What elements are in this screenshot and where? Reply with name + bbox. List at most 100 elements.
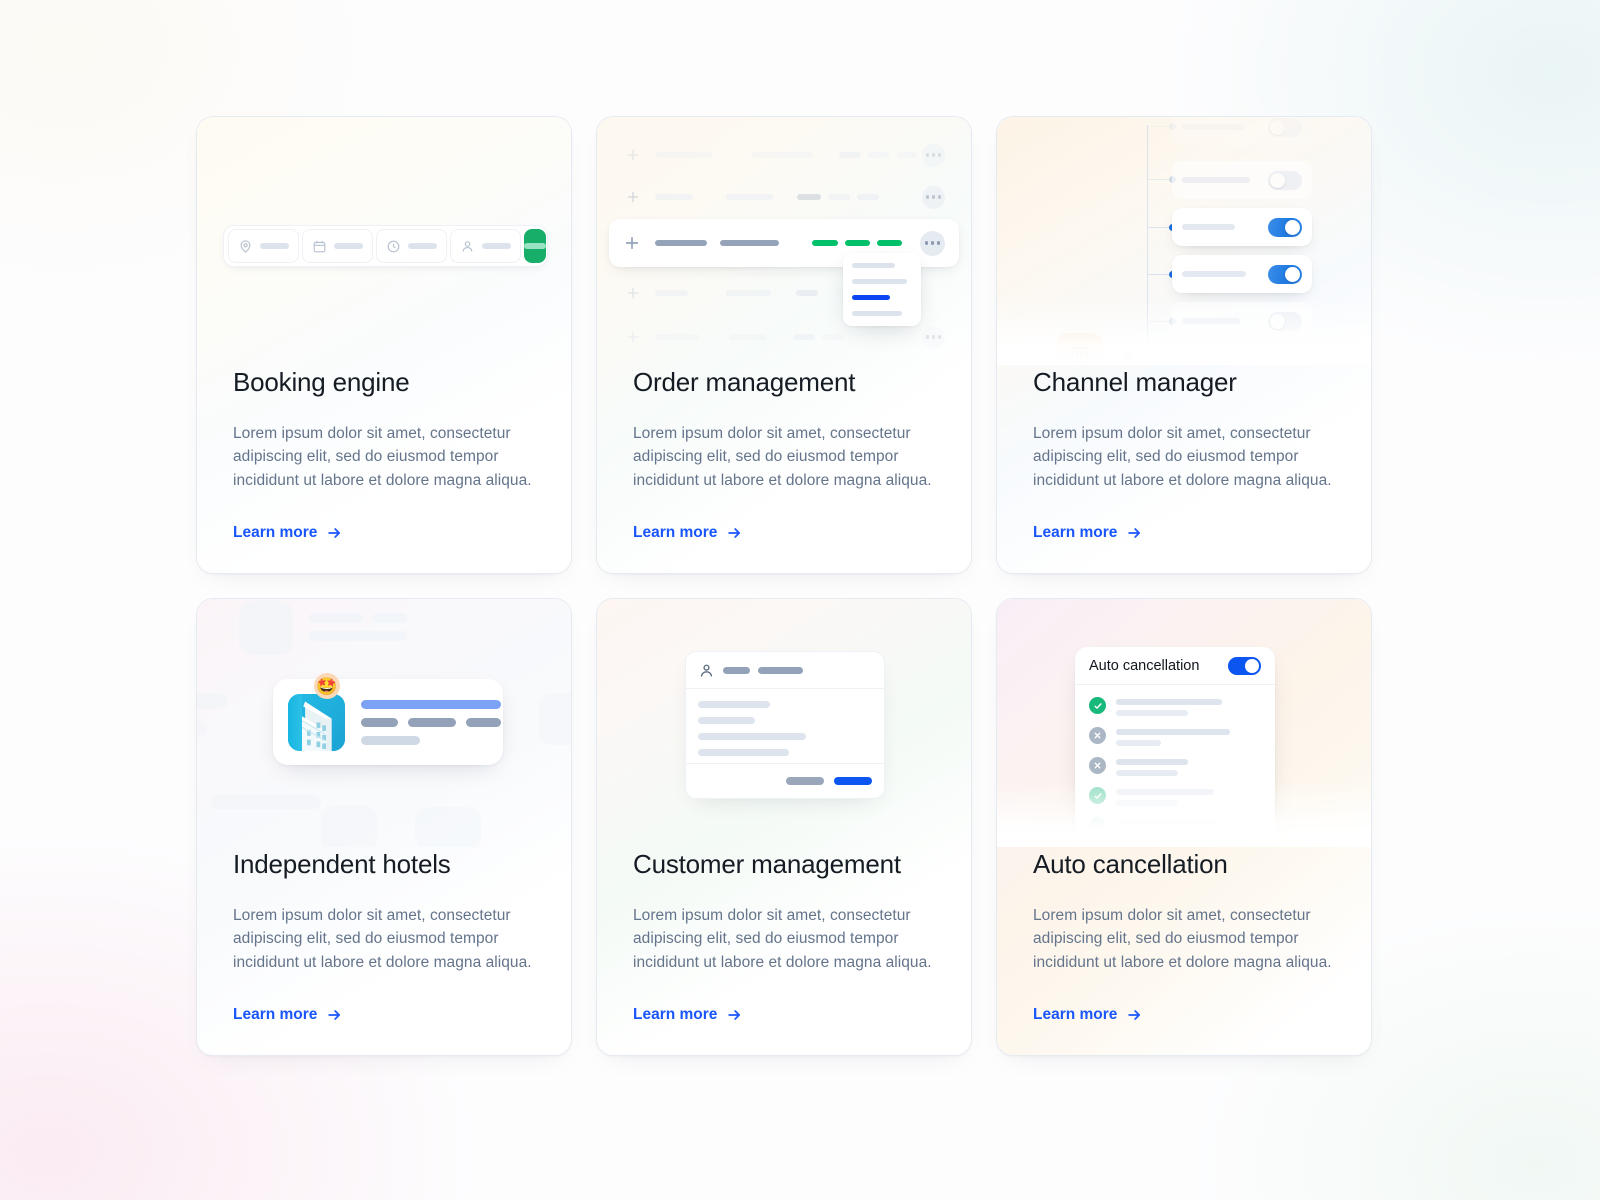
list-item[interactable] [1089, 787, 1261, 806]
channel-toggle[interactable] [1268, 264, 1302, 284]
person-icon [460, 239, 475, 254]
hotel-name-line [361, 699, 501, 709]
map-pin-icon [238, 239, 253, 254]
menu-item[interactable] [852, 311, 902, 316]
arrow-right-icon [1128, 528, 1141, 538]
channel-toggle[interactable] [1268, 358, 1302, 365]
search-submit-button[interactable] [524, 229, 546, 263]
row-menu-button[interactable] [922, 185, 945, 209]
guests-field[interactable] [450, 229, 521, 263]
person-icon [700, 664, 713, 677]
channel-row[interactable] [1172, 161, 1312, 199]
channel-toggle[interactable] [1268, 217, 1302, 237]
ghost-shape [197, 693, 227, 709]
card-title: Auto cancellation [1033, 849, 1228, 879]
cancel-button[interactable] [786, 777, 824, 785]
customer-dialog[interactable] [685, 651, 885, 799]
channel-row[interactable] [1172, 302, 1312, 340]
booking-search-bar[interactable] [223, 225, 548, 267]
learn-more-link[interactable]: Learn more [1033, 1006, 1143, 1024]
row-menu-button[interactable] [922, 325, 945, 349]
star-struck-emoji: 🤩 [314, 673, 340, 699]
channel-toggle[interactable] [1268, 170, 1302, 190]
menu-item[interactable] [852, 263, 895, 268]
card-description: Lorem ipsum dolor sit amet, consectetur … [633, 907, 932, 971]
clock-icon [386, 239, 401, 254]
menu-item[interactable] [852, 279, 907, 284]
list-item[interactable] [1089, 817, 1261, 836]
arrow-right-icon [728, 528, 741, 538]
checkin-date-field[interactable] [302, 229, 373, 263]
arrow-right-icon [328, 1010, 341, 1020]
panel-header: Auto cancellation [1075, 647, 1275, 685]
channel-toggle[interactable] [1268, 117, 1302, 137]
learn-more-link[interactable]: Learn more [233, 1006, 343, 1024]
ghost-shape [239, 601, 293, 655]
customer-dialog-footer [686, 763, 884, 798]
card-booking-engine[interactable]: Booking engine Lorem ipsum dolor sit ame… [196, 116, 572, 574]
card-text-block: Booking engine Lorem ipsum dolor sit ame… [233, 367, 545, 542]
channel-row[interactable] [1172, 349, 1312, 365]
menu-item-selected[interactable] [852, 295, 890, 300]
row-context-menu[interactable] [843, 253, 921, 326]
list-item[interactable] [1089, 727, 1261, 746]
auto-cancellation-toggle[interactable] [1228, 656, 1261, 675]
ghost-shape [309, 631, 407, 641]
card-customer-management[interactable]: Customer management Lorem ipsum dolor si… [596, 598, 972, 1056]
status-chip [845, 240, 870, 246]
auto-cancellation-panel[interactable]: Auto cancellation [1075, 647, 1275, 847]
auto-cancellation-illustration: Auto cancellation [997, 599, 1371, 847]
row-menu-button[interactable] [920, 230, 945, 256]
card-text-block: Channel manager Lorem ipsum dolor sit am… [1033, 367, 1345, 542]
checkin-placeholder [334, 243, 363, 249]
ghost-shape [321, 805, 377, 847]
card-title: Order management [633, 367, 856, 397]
card-independent-hotels[interactable]: 🤩 Independent hotels Lorem ipsum dolor s… [196, 598, 572, 1056]
hotel-listing-card[interactable]: 🤩 [273, 673, 503, 765]
channel-row-enabled[interactable] [1172, 208, 1312, 246]
hotel-photo [288, 693, 345, 751]
add-icon [627, 191, 639, 203]
channel-row[interactable] [1172, 117, 1312, 146]
channel-toggle[interactable] [1268, 311, 1302, 331]
learn-more-link[interactable]: Learn more [233, 524, 343, 542]
check-circle-icon [1089, 697, 1106, 714]
destination-placeholder [260, 243, 289, 249]
order-row[interactable] [611, 133, 959, 177]
learn-more-label: Learn more [233, 523, 318, 541]
order-management-illustration [597, 117, 971, 365]
list-item[interactable] [1089, 697, 1261, 716]
card-channel-manager[interactable]: Channel manager Lorem ipsum dolor sit am… [996, 116, 1372, 574]
tree-trunk-line [1147, 125, 1148, 365]
time-field[interactable] [376, 229, 447, 263]
check-circle-icon [1089, 817, 1106, 834]
learn-more-link[interactable]: Learn more [633, 524, 743, 542]
learn-more-label: Learn more [633, 523, 718, 541]
card-auto-cancellation[interactable]: Auto cancellation Auto cancellation Lore… [996, 598, 1372, 1056]
list-item[interactable] [1089, 757, 1261, 776]
status-chip [877, 240, 902, 246]
arrow-right-icon [328, 528, 341, 538]
learn-more-link[interactable]: Learn more [1033, 524, 1143, 542]
feature-card-grid: Booking engine Lorem ipsum dolor sit ame… [196, 116, 1372, 1056]
arrow-right-icon [1128, 1010, 1141, 1020]
ghost-shape [211, 795, 321, 809]
add-icon [625, 236, 639, 250]
card-order-management[interactable]: Order management Lorem ipsum dolor sit a… [596, 116, 972, 574]
channel-manager-illustration [997, 117, 1371, 365]
check-circle-icon [1089, 787, 1106, 804]
destination-field[interactable] [228, 229, 299, 263]
learn-more-link[interactable]: Learn more [633, 1006, 743, 1024]
search-button-label [524, 243, 546, 249]
card-title: Customer management [633, 849, 901, 879]
hotel-building-icon-badge [1056, 333, 1103, 365]
booking-engine-illustration [197, 117, 571, 365]
confirm-button[interactable] [834, 777, 872, 785]
channel-row-enabled[interactable] [1172, 255, 1312, 293]
calendar-icon [312, 239, 327, 254]
order-row[interactable] [611, 175, 959, 219]
x-circle-icon [1089, 727, 1106, 744]
tree-source-node [1124, 353, 1131, 360]
row-menu-button[interactable] [922, 143, 945, 167]
card-description: Lorem ipsum dolor sit amet, consectetur … [233, 425, 532, 489]
